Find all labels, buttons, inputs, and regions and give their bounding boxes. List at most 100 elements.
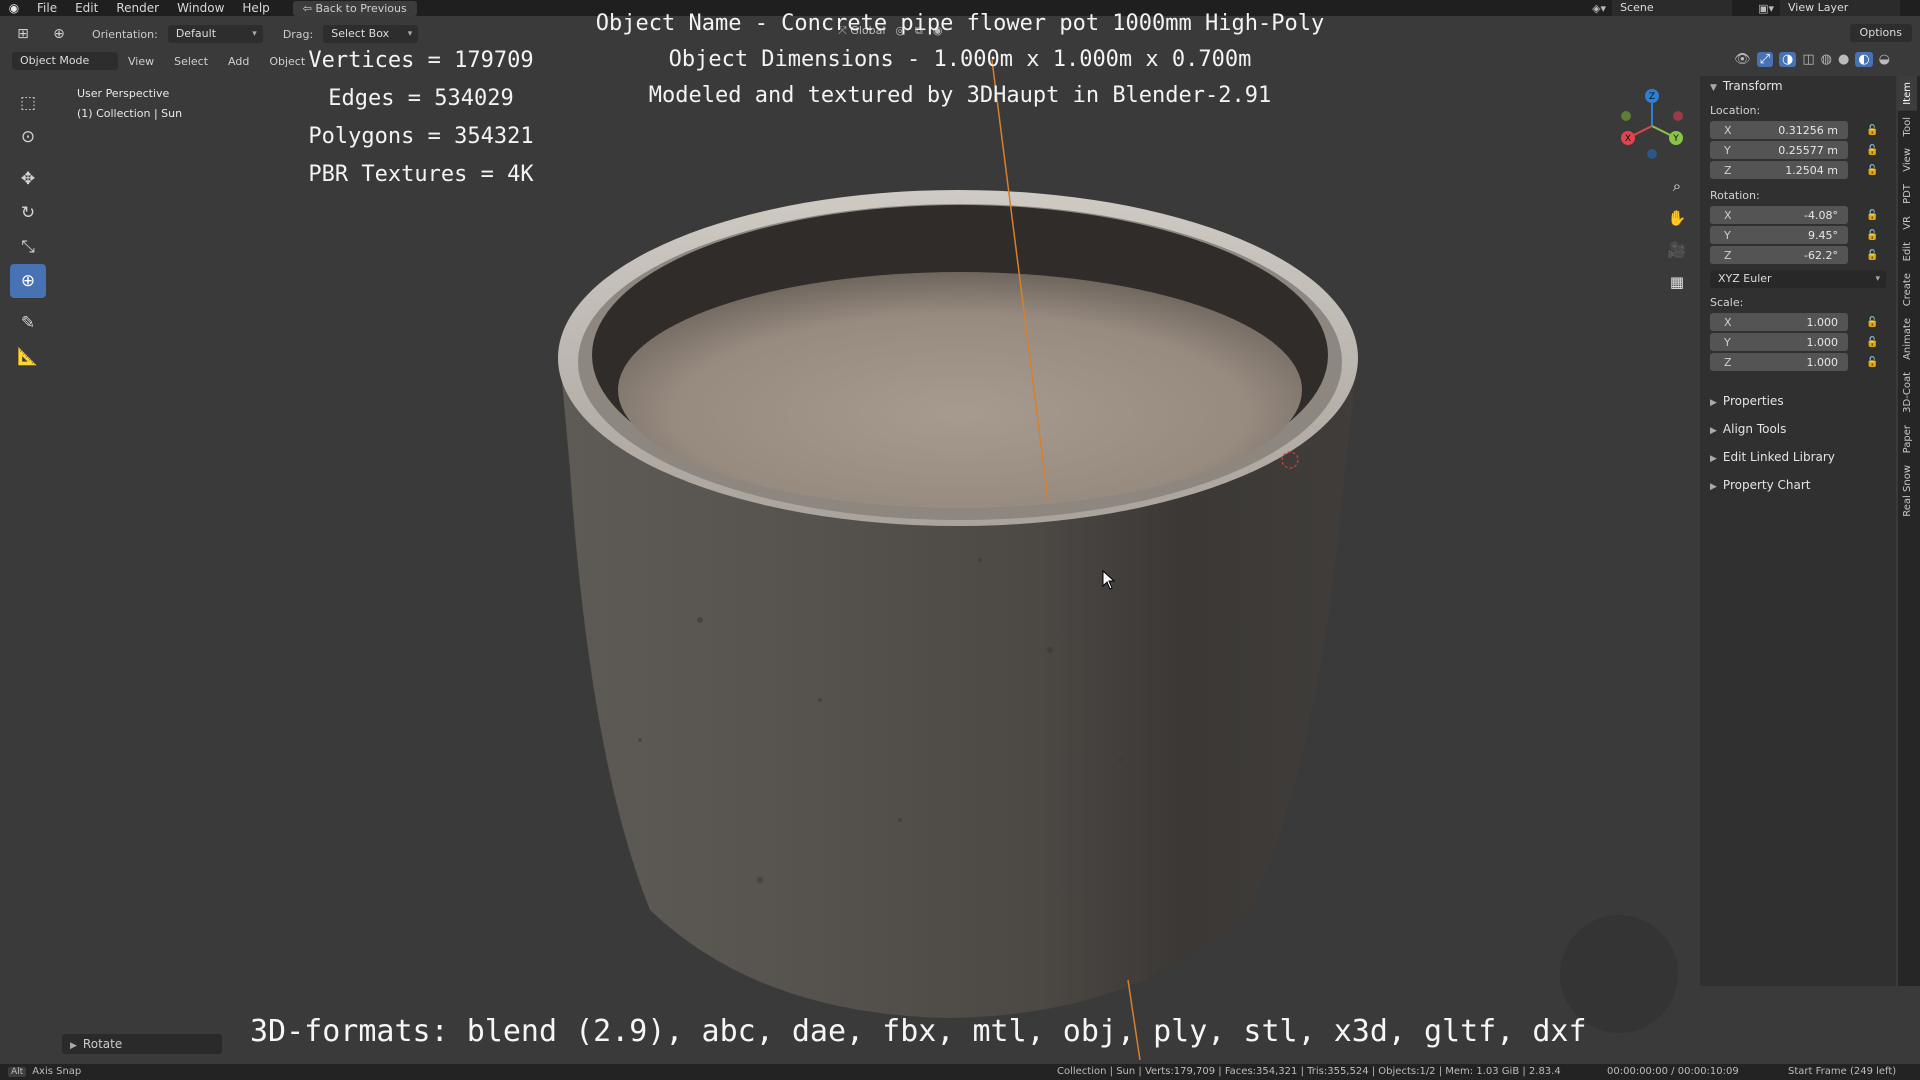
ortho-grid-icon[interactable]: ▦: [1664, 266, 1690, 298]
svg-text:X: X: [1625, 134, 1631, 144]
tab-3d-coat[interactable]: 3D-Coat: [1898, 366, 1917, 419]
back-label: Back to Previous: [315, 1, 407, 15]
menu-file[interactable]: File: [28, 0, 66, 16]
formats-overlay: 3D-formats: blend (2.9), abc, dae, fbx, …: [250, 1014, 1587, 1049]
drag-label: Drag:: [282, 27, 314, 41]
scale-y-field[interactable]: Y 1.000: [1710, 333, 1848, 351]
tab-animate[interactable]: Animate: [1898, 312, 1917, 366]
location-x-value: 0.31256 m: [1778, 123, 1838, 137]
edit-linked-library-panel[interactable]: ▶ Edit Linked Library: [1700, 443, 1896, 471]
transform-tool-icon[interactable]: ⊕: [10, 264, 46, 298]
tab-pdt[interactable]: PDT: [1898, 178, 1917, 210]
tab-vr[interactable]: VR: [1898, 210, 1917, 236]
subpanel-label: Property Chart: [1722, 478, 1811, 492]
back-to-previous-button[interactable]: ⇦ Back to Previous: [292, 0, 417, 16]
tab-real-snow[interactable]: Real Snow: [1898, 459, 1917, 523]
axis-label: Y: [1724, 228, 1731, 242]
lock-icon[interactable]: 🔓: [1866, 230, 1878, 241]
menu-help[interactable]: Help: [233, 0, 278, 16]
lock-icon[interactable]: 🔓: [1866, 165, 1878, 176]
measure-tool-icon[interactable]: 📐: [10, 340, 46, 374]
scale-label: Scale:: [1710, 296, 1744, 309]
model-stats-overlay: Vertices = 179709 Edges = 534029 Polygon…: [296, 42, 546, 194]
rotation-y-field[interactable]: Y 9.45°: [1710, 226, 1848, 244]
scale-y-value: 1.000: [1806, 335, 1839, 349]
menu-render[interactable]: Render: [107, 0, 168, 16]
location-y-field[interactable]: Y 0.25577 m: [1710, 141, 1848, 159]
location-z-row: Z 1.2504 m 🔓: [1710, 161, 1896, 179]
object-mode-dropdown[interactable]: Object Mode: [12, 52, 118, 70]
chevron-down-icon: ▾: [252, 29, 257, 39]
pan-hand-icon[interactable]: ✋: [1664, 202, 1690, 234]
scale-z-field[interactable]: Z 1.000: [1710, 353, 1848, 371]
rotation-y-row: Y 9.45° 🔓: [1710, 226, 1896, 244]
subpanel-label: Edit Linked Library: [1722, 450, 1835, 464]
last-operator-panel[interactable]: ▶ Rotate: [62, 1034, 222, 1054]
select-box-tool-icon[interactable]: ⬚: [10, 86, 46, 120]
gizmo-toggle-icon[interactable]: ⤢: [1756, 52, 1773, 67]
transform-tool-icon[interactable]: ⊕: [46, 22, 72, 46]
tab-item[interactable]: Item: [1898, 76, 1917, 111]
scale-x-field[interactable]: X 1.000: [1710, 313, 1848, 331]
tab-view[interactable]: View: [1898, 142, 1917, 178]
orientation-dropdown[interactable]: Default ▾: [167, 25, 263, 43]
rotate-tool-icon[interactable]: ↻: [10, 196, 46, 230]
property-chart-panel[interactable]: ▶ Property Chart: [1700, 471, 1896, 499]
solid-shading-icon[interactable]: ●: [1838, 52, 1849, 67]
align-tools-panel[interactable]: ▶ Align Tools: [1700, 415, 1896, 443]
transform-panel-header[interactable]: ▼ Transform: [1700, 76, 1896, 96]
lock-icon[interactable]: 🔓: [1866, 250, 1878, 261]
material-shading-icon[interactable]: ◐: [1855, 52, 1873, 67]
axis-label: X: [1724, 208, 1732, 222]
subpanel-label: Properties: [1722, 394, 1784, 408]
tab-create[interactable]: Create: [1898, 267, 1917, 312]
lock-icon[interactable]: 🔓: [1866, 317, 1878, 328]
options-dropdown[interactable]: Options: [1849, 24, 1912, 42]
tab-tool[interactable]: Tool: [1898, 111, 1917, 142]
lock-icon[interactable]: 🔓: [1866, 125, 1878, 136]
tab-edit[interactable]: Edit: [1898, 236, 1917, 267]
axis-gizmo[interactable]: Z Y X: [1612, 86, 1692, 166]
location-z-field[interactable]: Z 1.2504 m: [1710, 161, 1848, 179]
zoom-icon[interactable]: ⌕: [1664, 170, 1690, 202]
sidebar-n-panel: ▼ Transform Location: X 0.31256 m 🔓 Y 0.2557…: [1700, 76, 1896, 986]
location-x-field[interactable]: X 0.31256 m: [1710, 121, 1848, 139]
blender-logo-icon[interactable]: ◉: [0, 1, 28, 15]
drag-dropdown[interactable]: Select Box ▾: [323, 25, 419, 43]
location-y-value: 0.25577 m: [1778, 143, 1838, 157]
rotation-z-field[interactable]: Z -62.2°: [1710, 246, 1848, 264]
tab-paper[interactable]: Paper: [1898, 419, 1917, 459]
lock-icon[interactable]: 🔓: [1866, 337, 1878, 348]
visibility-icon[interactable]: 👁: [1734, 52, 1751, 67]
view-menu[interactable]: View: [118, 55, 164, 68]
annotate-tool-icon[interactable]: ✎: [10, 306, 46, 340]
caret-right-icon: ▶: [1710, 454, 1717, 464]
perspective-label: User Perspective: [77, 87, 170, 100]
camera-view-icon[interactable]: 🎥: [1664, 234, 1690, 266]
lock-icon[interactable]: 🔓: [1866, 145, 1878, 156]
rotation-mode-dropdown[interactable]: XYZ Euler ▾: [1710, 270, 1886, 288]
view-layer-selector[interactable]: View Layer: [1780, 0, 1900, 16]
move-tool-icon[interactable]: ✥: [10, 162, 46, 196]
cursor-tool-icon[interactable]: ⊙: [10, 120, 46, 154]
xray-icon[interactable]: ◫: [1802, 52, 1814, 67]
add-menu[interactable]: Add: [218, 55, 259, 68]
scale-tool-icon[interactable]: ⤡: [10, 230, 46, 264]
scene-selector[interactable]: Scene: [1612, 0, 1733, 16]
rendered-shading-icon[interactable]: ◒: [1879, 52, 1890, 67]
view-layer-icon[interactable]: ▣▾: [1758, 2, 1774, 15]
lock-icon[interactable]: 🔓: [1866, 357, 1878, 368]
wireframe-shading-icon[interactable]: ◍: [1821, 52, 1832, 67]
editor-type-icon[interactable]: ⊞: [10, 22, 36, 46]
scene-icon[interactable]: ◈▾: [1592, 2, 1606, 15]
axis-label: X: [1724, 315, 1732, 329]
rotation-x-field[interactable]: X -4.08°: [1710, 206, 1848, 224]
menu-edit[interactable]: Edit: [66, 0, 107, 16]
menu-window[interactable]: Window: [168, 0, 233, 16]
select-menu[interactable]: Select: [164, 55, 218, 68]
properties-panel[interactable]: ▶ Properties: [1700, 387, 1896, 415]
lock-icon[interactable]: 🔓: [1866, 210, 1878, 221]
scale-x-value: 1.000: [1806, 315, 1839, 329]
object-name-line: Object Name - Concrete pipe flower pot 1…: [595, 11, 1325, 36]
overlays-toggle-icon[interactable]: ◑: [1778, 52, 1797, 67]
